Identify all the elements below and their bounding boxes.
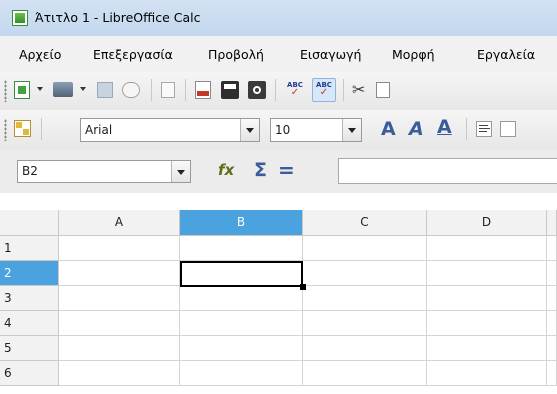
export-pdf-icon[interactable] <box>195 81 211 99</box>
toolbar-separator <box>466 118 467 140</box>
name-box-value: B2 <box>22 164 38 178</box>
cell-A6[interactable] <box>59 361 180 386</box>
font-size-value: 10 <box>275 123 291 137</box>
bold-icon[interactable]: A <box>381 118 396 140</box>
cell-E3[interactable] <box>547 286 557 311</box>
formatting-toolbar: Arial 10 A A A <box>0 110 557 150</box>
cell-B3[interactable] <box>180 286 303 311</box>
cell-E6[interactable] <box>547 361 557 386</box>
menu-edit[interactable]: Επεξεργασία <box>93 47 173 62</box>
select-all-corner[interactable] <box>0 210 59 236</box>
fill-handle[interactable] <box>300 284 306 290</box>
column-header[interactable] <box>547 210 557 236</box>
font-size-combo[interactable]: 10 <box>270 118 362 142</box>
cell-C4[interactable] <box>303 311 427 336</box>
column-header[interactable]: B <box>180 210 303 236</box>
cell-D2[interactable] <box>427 261 547 286</box>
cell-C1[interactable] <box>303 236 427 261</box>
cell-D6[interactable] <box>427 361 547 386</box>
menu-view[interactable]: Προβολή <box>208 47 264 62</box>
open-dropdown-icon[interactable] <box>80 87 86 91</box>
save-icon[interactable] <box>97 82 113 98</box>
edit-document-icon[interactable] <box>161 82 175 98</box>
cell-D4[interactable] <box>427 311 547 336</box>
toolbar-separator <box>275 79 276 101</box>
print-icon[interactable] <box>221 81 239 99</box>
toolbar-separator <box>185 79 186 101</box>
row-header[interactable]: 6 <box>0 361 59 386</box>
cell-B5[interactable] <box>180 336 303 361</box>
menu-insert[interactable]: Εισαγωγή <box>300 47 361 62</box>
font-name-value: Arial <box>85 123 113 137</box>
spellcheck-icon[interactable]: ABC ✓ <box>285 81 305 99</box>
font-name-combo[interactable]: Arial <box>80 118 260 142</box>
name-box[interactable]: B2 <box>17 160 191 183</box>
toolbar-separator <box>343 79 344 101</box>
formula-input[interactable] <box>338 158 557 184</box>
italic-icon[interactable]: A <box>409 118 424 140</box>
row-header[interactable]: 1 <box>0 236 59 261</box>
title-bar: Άτιτλο 1 - LibreOffice Calc <box>0 0 557 36</box>
cell-E5[interactable] <box>547 336 557 361</box>
cell-A4[interactable] <box>59 311 180 336</box>
equals-icon[interactable]: = <box>278 158 295 182</box>
standard-toolbar: ABC ✓ ABC ✓ ✂ <box>0 72 557 110</box>
cell-A1[interactable] <box>59 236 180 261</box>
styles-icon[interactable] <box>14 120 31 137</box>
toolbar-separator <box>41 118 42 140</box>
toolbar-grip[interactable] <box>4 119 7 141</box>
copy-icon[interactable] <box>376 82 390 98</box>
open-icon[interactable] <box>53 82 73 97</box>
chevron-down-icon[interactable] <box>342 119 361 141</box>
align-center-icon[interactable] <box>500 121 516 137</box>
cell-D1[interactable] <box>427 236 547 261</box>
toolbar-separator <box>151 79 152 101</box>
menu-tools[interactable]: Εργαλεία <box>477 47 535 62</box>
window-title: Άτιτλο 1 - LibreOffice Calc <box>35 10 201 25</box>
cell-C6[interactable] <box>303 361 427 386</box>
cell-E4[interactable] <box>547 311 557 336</box>
row-header[interactable]: 2 <box>0 261 59 286</box>
print-preview-icon[interactable] <box>248 81 266 99</box>
new-document-icon[interactable] <box>14 81 30 99</box>
cell-D3[interactable] <box>427 286 547 311</box>
cell-C2[interactable] <box>303 261 427 286</box>
cell-A3[interactable] <box>59 286 180 311</box>
column-header[interactable]: D <box>427 210 547 236</box>
sum-icon[interactable]: Σ <box>254 159 267 181</box>
cell-E2[interactable] <box>547 261 557 286</box>
cell-C5[interactable] <box>303 336 427 361</box>
align-left-icon[interactable] <box>476 121 492 137</box>
menu-bar: Αρχείο Επεξεργασία Προβολή Εισαγωγή Μορφ… <box>0 36 557 72</box>
autospellcheck-icon[interactable]: ABC ✓ <box>312 78 336 102</box>
calc-spreadsheet-icon <box>12 10 28 26</box>
cell-A2[interactable] <box>59 261 180 286</box>
underline-icon[interactable]: A <box>437 116 452 138</box>
cell-B6[interactable] <box>180 361 303 386</box>
chevron-down-icon[interactable] <box>171 161 190 182</box>
email-icon[interactable] <box>122 82 140 98</box>
cell-E1[interactable] <box>547 236 557 261</box>
row-header[interactable]: 5 <box>0 336 59 361</box>
spreadsheet-grid: A B C D 1 2 3 4 5 6 <box>0 210 557 394</box>
menu-format[interactable]: Μορφή <box>392 47 435 62</box>
function-wizard-icon[interactable]: fx <box>218 161 234 179</box>
column-header[interactable]: A <box>59 210 180 236</box>
new-dropdown-icon[interactable] <box>37 87 43 91</box>
toolbar-grip[interactable] <box>4 80 7 102</box>
formula-bar: B2 fx Σ = <box>0 150 557 193</box>
cell-A5[interactable] <box>59 336 180 361</box>
cell-cursor <box>180 261 303 287</box>
cell-B1[interactable] <box>180 236 303 261</box>
menu-file[interactable]: Αρχείο <box>19 47 61 62</box>
cell-D5[interactable] <box>427 336 547 361</box>
cell-B4[interactable] <box>180 311 303 336</box>
chevron-down-icon[interactable] <box>240 119 259 141</box>
column-header[interactable]: C <box>303 210 427 236</box>
row-header[interactable]: 4 <box>0 311 59 336</box>
row-header[interactable]: 3 <box>0 286 59 311</box>
cut-icon[interactable]: ✂ <box>352 80 370 100</box>
cell-C3[interactable] <box>303 286 427 311</box>
